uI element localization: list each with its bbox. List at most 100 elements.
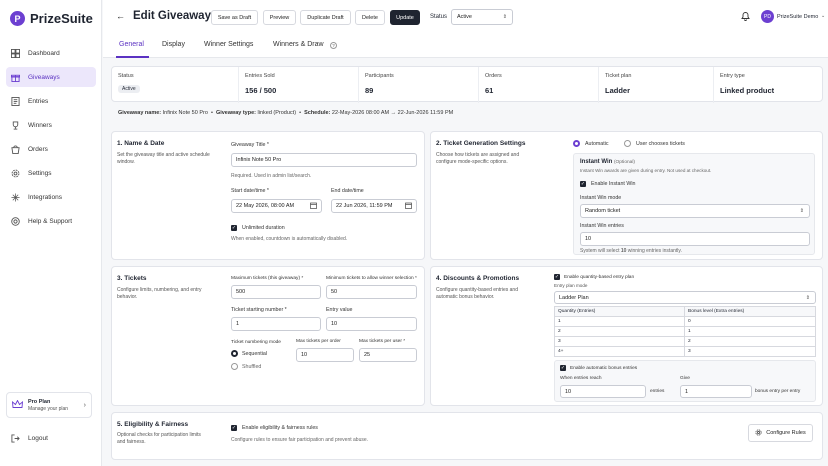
chevron-down-icon[interactable]: ⌄ [821,13,825,19]
mode-automatic-radio[interactable]: Automatic [573,140,609,147]
radio-selected-icon[interactable] [573,140,580,147]
numbering-sequential-radio[interactable]: Sequential [231,350,267,357]
checkbox-checked-icon[interactable]: ✓ [580,181,586,187]
sidebar-item-integrations[interactable]: Integrations [6,187,96,207]
field-label: Instant Win mode [580,195,622,201]
gift-icon [10,72,20,82]
avatar[interactable]: PD [761,10,774,23]
bonus-cell[interactable]: 3 [684,346,816,357]
entry-value-input[interactable]: 10 [326,317,417,331]
qty-cell[interactable]: 2 [554,326,685,337]
sidebar-item-entries[interactable]: Entries [6,91,96,111]
delete-button[interactable]: Delete [355,10,385,25]
instant-win-heading: Instant Win (Optional) [580,159,635,165]
numbering-shuffled-radio[interactable]: Shuffled [231,363,261,370]
tab-display[interactable]: Display [162,41,185,48]
checkbox-label: Enable Instant Win [591,181,636,187]
entry-plan-mode-select[interactable]: Ladder Plan ⇕ [554,291,816,304]
calendar-icon[interactable] [405,202,412,211]
radio-label: Sequential [242,350,268,357]
preview-button[interactable]: Preview [263,10,296,25]
plan-card[interactable]: Pro Plan Manage your plan › [6,392,92,418]
back-arrow-icon[interactable]: ← [116,11,125,21]
min-tickets-input[interactable]: 50 [326,285,417,299]
qty-cell[interactable]: 3 [554,336,685,347]
configure-rules-button[interactable]: Configure Rules [748,424,813,442]
instant-win-entries-input[interactable]: 10 [580,232,810,246]
field-label: Minimum tickets to allow winner selectio… [326,276,417,281]
qty-cell[interactable]: 4+ [554,346,685,357]
field-hint: Configure rules to ensure fair participa… [231,437,369,443]
duplicate-draft-button[interactable]: Duplicate Draft [300,10,351,25]
field-hint: When enabled, countdown is automatically… [231,236,348,242]
field-label: Giveaway Title * [231,142,269,148]
brand-logo[interactable]: P PrizeSuite [10,11,93,26]
save-draft-button[interactable]: Save as Draft [211,10,258,25]
calendar-icon[interactable] [310,202,317,211]
enable-auto-bonus-checkbox[interactable]: ✓ Enable automatic bonus entries [560,365,637,371]
table-row: 32 [554,336,816,347]
field-label: Ticket numbering mode [231,340,281,345]
entries-icon [10,96,20,106]
checkbox-checked-icon[interactable]: ✓ [231,425,237,431]
max-tickets-input[interactable]: 500 [231,285,321,299]
checkbox-checked-icon[interactable]: ✓ [231,225,237,231]
tab-winners-draw[interactable]: Winners & Draw [273,41,324,48]
sidebar-item-giveaways[interactable]: Giveaways [6,67,96,87]
field-label: End date/time [331,188,364,194]
section-description: Configure quantity-based entries and aut… [436,287,518,300]
enable-eligibility-checkbox[interactable]: ✓ Enable eligibility & fairness rules [231,425,318,431]
info-value: linked (Product) [257,110,297,116]
radio-unselected-icon[interactable] [231,363,238,370]
bell-icon[interactable] [741,11,750,23]
sidebar-item-settings[interactable]: Settings [6,163,96,183]
ticket-start-number-input[interactable]: 1 [231,317,321,331]
max-per-user-input[interactable]: 25 [359,348,417,362]
qty-cell[interactable]: 1 [554,316,685,327]
select-value: Ladder Plan [559,294,589,301]
help-icon[interactable]: ? [330,42,337,49]
note-count: 10 [620,248,627,254]
status-label: Status [430,14,448,20]
start-datetime-input[interactable]: 22 May 2026, 08:00 AM [231,199,322,213]
sidebar-item-dashboard[interactable]: Dashboard [6,43,96,63]
enable-instant-win-checkbox[interactable]: ✓ Enable Instant Win [580,181,635,187]
checkbox-checked-icon[interactable]: ✓ [560,365,566,371]
field-hint: Required. Used in admin list/search. [231,173,312,179]
bonus-cell[interactable]: 2 [684,336,816,347]
update-button[interactable]: Update [390,10,420,25]
enable-entry-plan-checkbox[interactable]: ✓ Enable quantity-based entry plan [554,274,634,280]
tab-winner-settings[interactable]: Winner Settings [204,41,253,48]
info-value: 22-May-2026 08:00 AM → 22-Jun-2026 11:59… [331,110,454,116]
stat-entries-sold: Entries Sold 156 / 500 [239,67,359,103]
logout-button[interactable]: Logout [6,428,96,448]
orders-icon [10,144,20,154]
bonus-give-input[interactable]: 1 [680,385,752,398]
entries-reach-input[interactable]: 10 [560,385,646,398]
radio-selected-icon[interactable] [231,350,238,357]
eligibility-card [111,412,823,460]
radio-unselected-icon[interactable] [624,140,631,147]
unlimited-duration-checkbox[interactable]: ✓ Unlimited duration [231,225,285,231]
sidebar-item-winners[interactable]: Winners [6,115,96,135]
bonus-cell[interactable]: 0 [684,316,816,327]
tab-general[interactable]: General [119,41,144,48]
user-name[interactable]: PrizeSuite Demo [777,14,818,20]
field-label: Give [680,376,690,381]
giveaway-summary: Giveaway name: Infinix Note 50 Pro • Giv… [118,110,454,116]
unit-label: entries [650,389,665,394]
gear-icon [755,428,762,438]
sidebar-item-label: Integrations [28,193,62,201]
end-datetime-input[interactable]: 22 Jun 2026, 11:59 PM [331,199,417,213]
sidebar-item-help-support[interactable]: Help & Support [6,211,96,231]
instant-win-mode-select[interactable]: Random ticket ⇕ [580,204,810,218]
column-header: Quantity (Entries) [554,306,685,317]
sidebar: P PrizeSuite Dashboard Giveaways Entries… [0,0,102,466]
checkbox-checked-icon[interactable]: ✓ [554,274,560,280]
bonus-cell[interactable]: 1 [684,326,816,337]
status-select[interactable]: Active ⇕ [451,9,513,25]
mode-user-chooses-radio[interactable]: User chooses tickets [624,140,685,147]
max-per-order-input[interactable]: 10 [296,348,354,362]
sidebar-item-orders[interactable]: Orders [6,139,96,159]
giveaway-title-input[interactable]: Infinix Note 50 Pro [231,153,417,167]
